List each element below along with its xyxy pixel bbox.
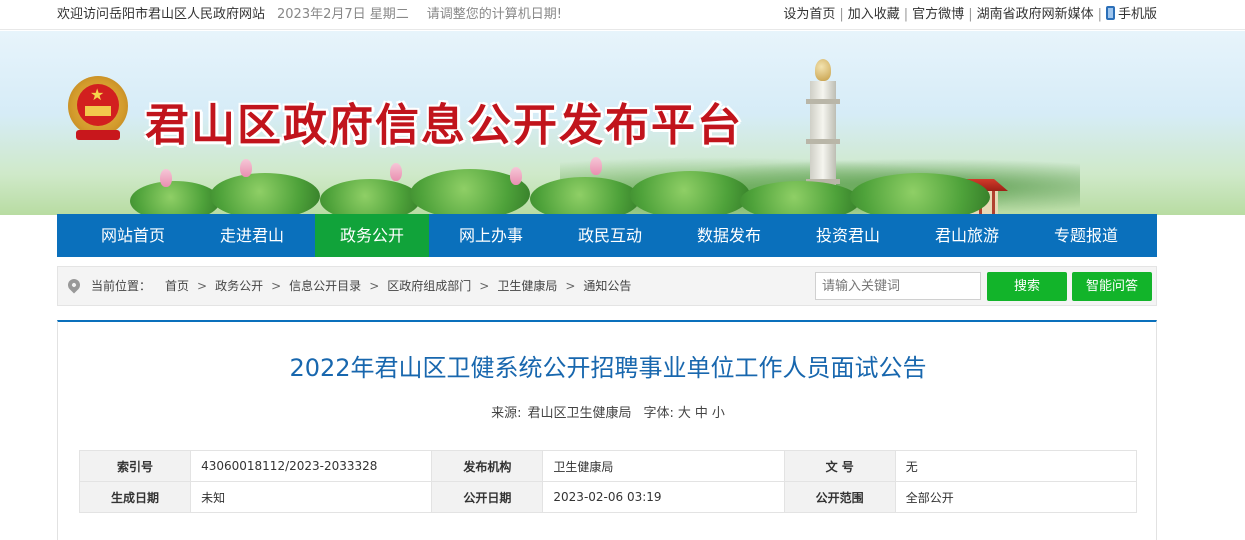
- mobile-version-label: 手机版: [1117, 7, 1157, 22]
- source-value: 君山区卫生健康局: [527, 406, 632, 421]
- nav-item-online-services[interactable]: 网上办事: [434, 214, 548, 257]
- national-emblem-icon: ★: [68, 76, 128, 142]
- nav-item-special-reports[interactable]: 专题报道: [1029, 214, 1143, 257]
- divider: |: [903, 7, 909, 22]
- nav-item-about-junshan[interactable]: 走进君山: [195, 214, 309, 257]
- document-number-value: 无: [894, 450, 1138, 482]
- welcome-text: 欢迎访问岳阳市君山区人民政府网站: [57, 7, 266, 22]
- divider: |: [839, 7, 844, 22]
- date-hint: 请调整您的计算机日期!: [426, 7, 562, 22]
- hunan-new-media-link[interactable]: 湖南省政府网新媒体: [977, 7, 1094, 22]
- breadcrumb: 当前位置： 首页 > 政务公开 > 信息公开目录 > 区政府组成部门 > 卫生健康局 > 通知公告: [91, 267, 631, 305]
- breadcrumb-separator: >: [369, 279, 380, 293]
- table-row: 索引号 43060018112/2023-2033328 发布机构 卫生健康局 …: [78, 450, 1138, 482]
- index-number-value: 43060018112/2023-2033328: [190, 450, 433, 482]
- site-title: 君山区政府信息公开发布平台: [145, 100, 743, 151]
- top-bar-left: 欢迎访问岳阳市君山区人民政府网站 2023年2月7日 星期二 请调整您的计算机日期!: [57, 0, 562, 30]
- breadcrumb-departments[interactable]: 区政府组成部门: [387, 279, 471, 293]
- breadcrumb-separator: >: [197, 279, 208, 293]
- main-nav: 网站首页 走进君山 政务公开 网上办事 政民互动 数据发布 投资君山 君山旅游 …: [57, 214, 1157, 257]
- article-meta: 来源: 君山区卫生健康局 字体: 大中小: [58, 402, 1158, 421]
- top-bar-links: 设为首页 | 加入收藏 | 官方微博 | 湖南省政府网新媒体 | 手机版: [783, 0, 1157, 30]
- disclosure-scope-value: 全部公开: [894, 481, 1138, 513]
- smart-qa-button[interactable]: 智能问答: [1072, 272, 1152, 301]
- font-size-label: 字体:: [643, 406, 674, 421]
- table-row: 生成日期 未知 公开日期 2023-02-06 03:19 公开范围 全部公开: [78, 481, 1138, 513]
- published-date-key: 公开日期: [431, 481, 544, 513]
- source-label: 来源:: [491, 406, 522, 421]
- set-homepage-link[interactable]: 设为首页: [783, 7, 835, 22]
- top-bar: 欢迎访问岳阳市君山区人民政府网站 2023年2月7日 星期二 请调整您的计算机日期!…: [0, 0, 1245, 30]
- nav-item-government-affairs[interactable]: 政务公开: [315, 214, 429, 257]
- divider: |: [968, 7, 973, 22]
- document-number-key: 文 号: [783, 450, 896, 482]
- nav-item-data-release[interactable]: 数据发布: [672, 214, 786, 257]
- publisher-value: 卫生健康局: [542, 450, 785, 482]
- location-pin-icon: [65, 276, 83, 294]
- official-weibo-link[interactable]: 官方微博: [912, 7, 964, 22]
- search-input[interactable]: [815, 272, 981, 300]
- nav-item-home[interactable]: 网站首页: [76, 214, 190, 257]
- breadcrumb-info-catalog[interactable]: 信息公开目录: [289, 279, 361, 293]
- breadcrumb-separator: >: [271, 279, 282, 293]
- breadcrumb-bar: 当前位置： 首页 > 政务公开 > 信息公开目录 > 区政府组成部门 > 卫生健康局 > 通知公告 搜…: [57, 266, 1157, 306]
- breadcrumb-separator: >: [479, 279, 490, 293]
- mobile-phone-icon: [1105, 6, 1115, 20]
- font-size-large[interactable]: 大: [678, 406, 691, 421]
- article-title: 2022年君山区卫健系统公开招聘事业单位工作人员面试公告: [289, 354, 927, 382]
- mobile-version-link[interactable]: 手机版: [1105, 6, 1157, 22]
- published-date-value: 2023-02-06 03:19: [542, 481, 785, 513]
- disclosure-scope-key: 公开范围: [783, 481, 896, 513]
- breadcrumb-label: 当前位置：: [91, 279, 152, 293]
- breadcrumb-separator: >: [565, 279, 576, 293]
- document-info-table: 索引号 43060018112/2023-2033328 发布机构 卫生健康局 …: [78, 450, 1138, 513]
- font-size-small[interactable]: 小: [712, 406, 725, 421]
- breadcrumb-notices[interactable]: 通知公告: [583, 279, 631, 293]
- add-favorite-link[interactable]: 加入收藏: [848, 7, 900, 22]
- article-panel: 2022年君山区卫健系统公开招聘事业单位工作人员面试公告 来源: 君山区卫生健康局…: [57, 320, 1157, 540]
- banner-lotus-field: [90, 151, 990, 215]
- breadcrumb-home[interactable]: 首页: [165, 279, 189, 293]
- nav-item-interaction[interactable]: 政民互动: [553, 214, 667, 257]
- created-date-value: 未知: [190, 481, 433, 513]
- created-date-key: 生成日期: [78, 481, 192, 513]
- index-number-key: 索引号: [78, 450, 192, 482]
- nav-item-investment[interactable]: 投资君山: [791, 214, 905, 257]
- breadcrumb-health-bureau[interactable]: 卫生健康局: [497, 279, 557, 293]
- breadcrumb-government-affairs[interactable]: 政务公开: [215, 279, 263, 293]
- search-button[interactable]: 搜索: [987, 272, 1067, 301]
- header-banner: ★ 君山区政府信息公开发布平台: [0, 31, 1245, 215]
- nav-item-tourism[interactable]: 君山旅游: [910, 214, 1024, 257]
- current-date: 2023年2月7日 星期二: [277, 7, 409, 22]
- divider: |: [1097, 7, 1102, 22]
- font-size-medium[interactable]: 中: [695, 406, 708, 421]
- publisher-key: 发布机构: [431, 450, 544, 482]
